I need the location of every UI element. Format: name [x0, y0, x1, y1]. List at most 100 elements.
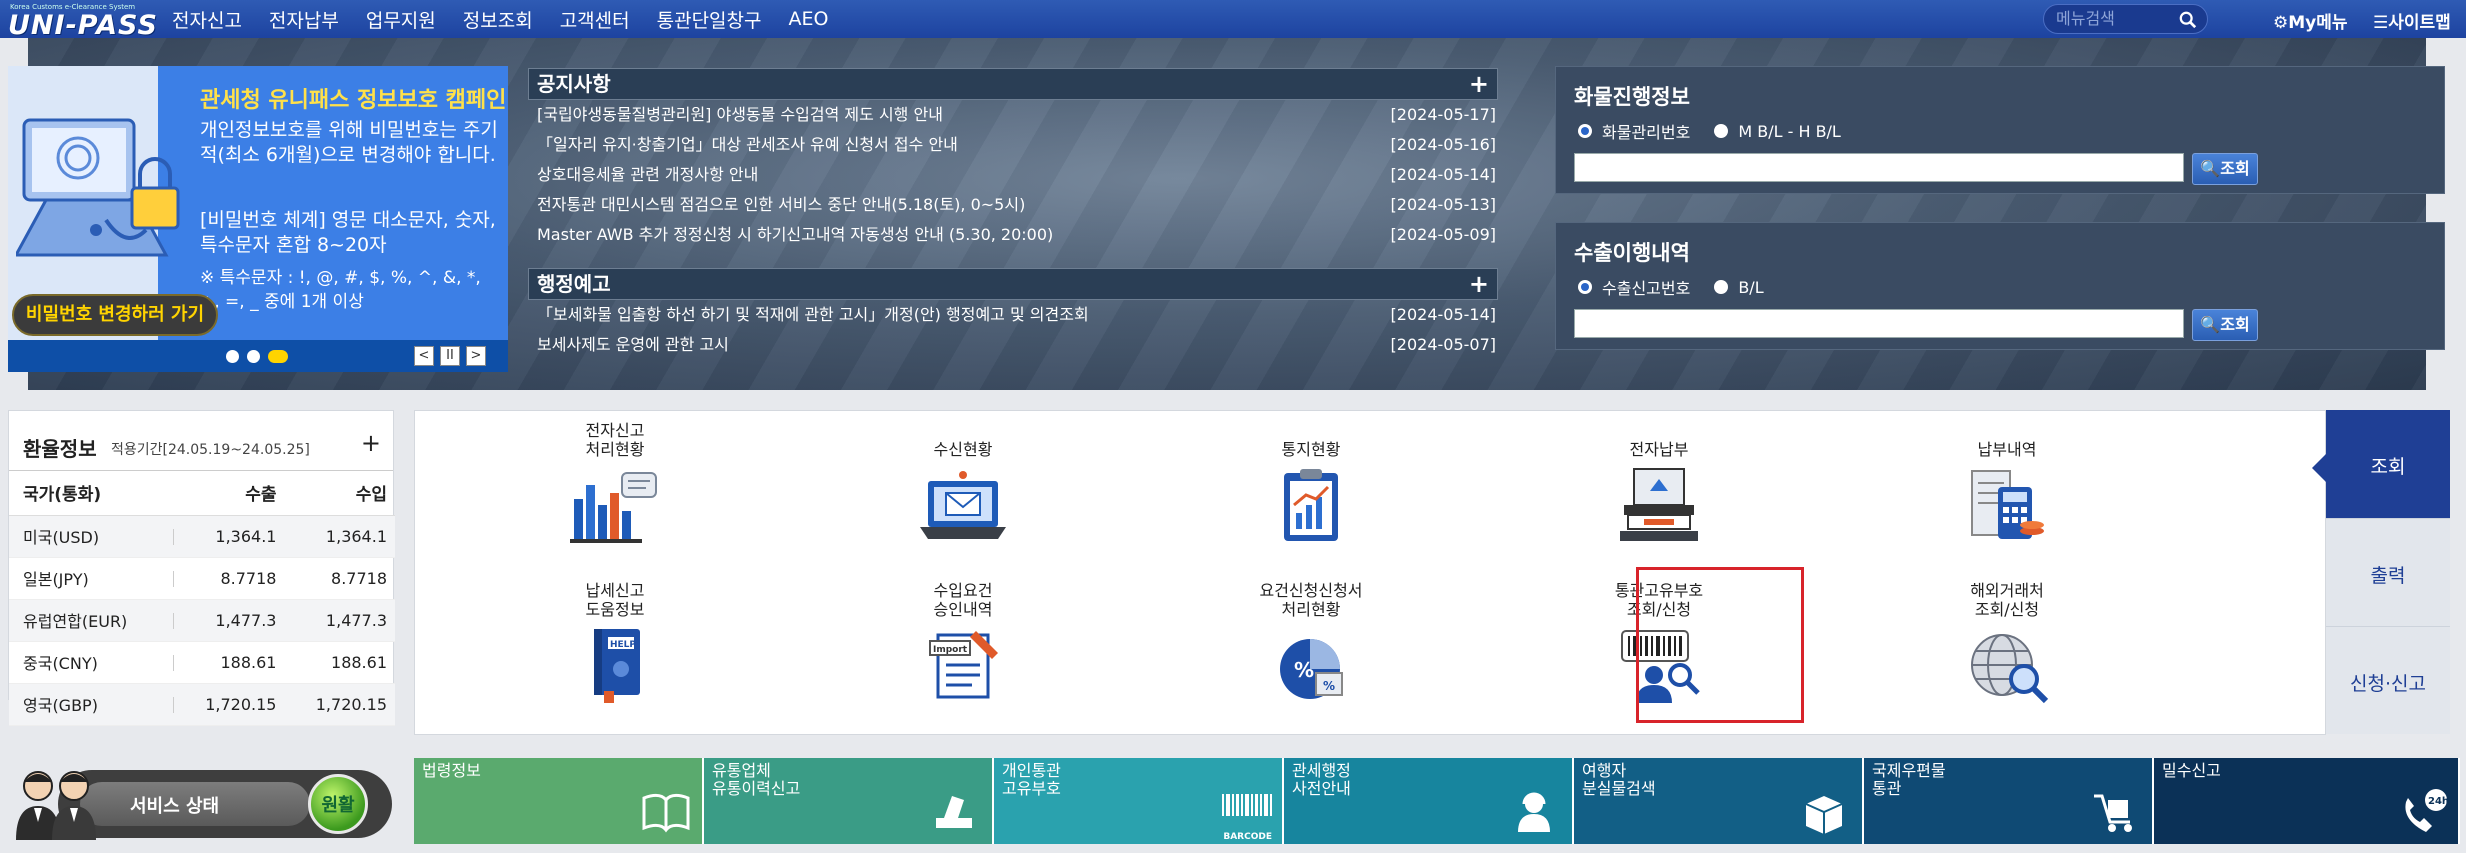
- quick-link[interactable]: 법령정보: [414, 758, 704, 844]
- preannounce-more-button[interactable]: +: [1469, 269, 1489, 299]
- banner-prev-button[interactable]: <: [414, 346, 434, 366]
- radio-button[interactable]: [1714, 124, 1729, 138]
- cell-currency: 유럽연합(EUR): [9, 599, 174, 642]
- service-item[interactable]: 통지현황: [1226, 419, 1396, 549]
- export-number-input[interactable]: [1574, 309, 2184, 338]
- my-menu-button[interactable]: ⚙My메뉴: [2273, 8, 2348, 33]
- notice-item[interactable]: 상호대응세율 관련 개정사항 안내 [2024-05-14]: [528, 160, 1498, 190]
- service-item[interactable]: 수입요건 승인내역 Import: [878, 579, 1048, 709]
- banner-text-2: [비밀번호 체계] 영문 대소문자, 숫자, 특수문자 혼합 8~20자: [200, 209, 496, 256]
- quick-link-label: 여행자 분실물검색: [1582, 761, 1656, 798]
- cargo-number-input[interactable]: [1574, 153, 2184, 182]
- status-indicator: 원활: [308, 774, 368, 834]
- quick-link-label: 밀수신고: [2162, 761, 2221, 780]
- exchange-rate-table: 국가(통화) 수출 수입 미국(USD) 1,364.1 1,364.1 일본(JPY…: [9, 471, 395, 726]
- banner-pause-button[interactable]: II: [440, 346, 460, 366]
- service-item[interactable]: 수신현황: [878, 419, 1048, 549]
- nav-item[interactable]: 고객센터: [560, 6, 630, 33]
- item-title: 「일자리 유지·창출기업」대상 관세조사 유예 신청서 접수 안내: [537, 135, 958, 154]
- service-item[interactable]: 전자신고 처리현황: [530, 419, 700, 549]
- banner-next-button[interactable]: >: [466, 346, 486, 366]
- campaign-banner[interactable]: 관세청 유니패스 정보보호 캠페인 개인정보보호를 위해 비밀번호는 주기적(최…: [8, 66, 508, 372]
- table-row: 일본(JPY) 8.7718 8.7718: [9, 557, 395, 600]
- radio-button[interactable]: [1714, 280, 1729, 294]
- active-tab-arrow: [2312, 454, 2326, 482]
- banner-dot[interactable]: [226, 350, 239, 363]
- help-book-icon: HELP: [594, 629, 640, 703]
- cell-export: 1,720.15: [173, 683, 285, 726]
- nav-item[interactable]: 통관단일창구: [657, 6, 762, 33]
- banner-dot[interactable]: [247, 350, 260, 363]
- item-title: Master AWB 추가 정정신청 시 하기신고내역 자동생성 안내 (5.3…: [537, 225, 1054, 244]
- cell-import: 8.7718: [284, 557, 395, 600]
- quick-link[interactable]: 개인통관 고유부호 BARCODE: [994, 758, 1284, 844]
- exchange-rate-box: 환율정보 적용기간[24.05.19~24.05.25] + 국가(통화) 수출…: [8, 410, 395, 726]
- item-title: 전자통관 대민시스템 점검으로 인한 서비스 중단 안내(5.18(토), 0~…: [537, 195, 1026, 214]
- export-title: 수출이행내역: [1574, 241, 1690, 265]
- tab-print[interactable]: 출력: [2326, 518, 2450, 626]
- unipass-logo[interactable]: Korea Customs e-Clearance System UNI-PAS…: [6, 2, 157, 41]
- box-icon: [1805, 796, 1843, 834]
- notice-item[interactable]: Master AWB 추가 정정신청 시 하기신고내역 자동생성 안내 (5.3…: [528, 220, 1498, 250]
- my-menu-label: My메뉴: [2288, 13, 2348, 33]
- cell-currency: 일본(JPY): [9, 557, 174, 600]
- quick-links-bar: 법령정보 유통업체 유통이력신고 개인통관 고유부호 BARCODE 관세행정 사전안내…: [414, 758, 2460, 844]
- export-options: 수출신고번호 B/L: [1578, 275, 1788, 299]
- cell-currency: 영국(GBP): [9, 683, 174, 726]
- radio-label: 화물관리번호: [1602, 123, 1691, 142]
- tab-apply-report[interactable]: 신청·신고: [2326, 626, 2450, 734]
- quick-link[interactable]: 여행자 분실물검색: [1574, 758, 1864, 844]
- notice-item[interactable]: 전자통관 대민시스템 점검으로 인한 서비스 중단 안내(5.18(토), 0~…: [528, 190, 1498, 220]
- radio-option[interactable]: 화물관리번호: [1578, 119, 1690, 143]
- service-grid: 전자신고 처리현황 수신현황 통지현황 전자납부 납부내역납세신고 도움정보 HELP 수입…: [414, 410, 2326, 735]
- radio-option[interactable]: B/L: [1714, 278, 1764, 297]
- service-category-tabs: 조회 출력 신청·신고: [2312, 410, 2466, 735]
- service-label: 납부내역: [1977, 440, 2037, 459]
- menu-search-input[interactable]: [2056, 9, 2174, 31]
- column-import: 수입: [284, 471, 395, 516]
- book-icon: [642, 793, 690, 833]
- radio-button[interactable]: [1578, 280, 1592, 294]
- column-currency: 국가(통화): [9, 471, 174, 516]
- notice-item[interactable]: [국립야생동물질병관리원] 야생동물 수입검역 제도 시행 안내 [2024-05…: [528, 100, 1498, 130]
- sitemap-button[interactable]: ☰사이트맵: [2373, 8, 2451, 33]
- quick-link[interactable]: 유통업체 유통이력신고: [704, 758, 994, 844]
- item-date: [2024-05-14]: [1390, 165, 1496, 184]
- quick-link-label: 법령정보: [422, 761, 481, 780]
- radio-button[interactable]: [1578, 124, 1592, 138]
- banner-special-chars: ※ 특수문자 : !, @, #, $, %, ^, &, *, +, =, _…: [200, 268, 481, 312]
- change-password-button[interactable]: 비밀번호 변경하러 가기: [12, 294, 218, 336]
- search-icon[interactable]: [2179, 11, 2197, 29]
- service-item[interactable]: 해외거래처 조회/신청: [1922, 579, 2092, 709]
- service-item[interactable]: 전자납부: [1574, 419, 1744, 549]
- radio-option[interactable]: 수출신고번호: [1578, 275, 1690, 299]
- export-search-button[interactable]: 🔍조회: [2192, 309, 2258, 341]
- notice-more-button[interactable]: +: [1469, 69, 1489, 99]
- tab-inquiry[interactable]: 조회: [2312, 410, 2450, 518]
- cargo-search-button[interactable]: 🔍조회: [2192, 153, 2258, 185]
- nav-item[interactable]: AEO: [789, 8, 829, 30]
- exchange-rate-more-button[interactable]: +: [361, 429, 381, 457]
- nav-item[interactable]: 정보조회: [463, 6, 533, 33]
- nav-item[interactable]: 전자신고: [172, 6, 242, 33]
- nav-item[interactable]: 전자납부: [269, 6, 339, 33]
- cargo-search-label: 조회: [2220, 159, 2250, 178]
- quick-link[interactable]: 국제우편물 통관: [1864, 758, 2154, 844]
- quick-link[interactable]: 밀수신고 24h: [2154, 758, 2460, 844]
- service-item[interactable]: 요건신청신청서 처리현황%%: [1226, 579, 1396, 709]
- service-item[interactable]: 납세신고 도움정보 HELP: [530, 579, 700, 709]
- quick-link[interactable]: 관세행정 사전안내: [1284, 758, 1574, 844]
- nav-item[interactable]: 업무지원: [366, 6, 436, 33]
- main-menu: 전자신고 전자납부 업무지원 정보조회 고객센터 통관단일창구 AEO: [172, 0, 855, 38]
- phone-24h-icon: 24h: [2405, 789, 2449, 832]
- stamp-icon: [936, 796, 972, 828]
- preannounce-item[interactable]: 보세사제도 운영에 관한 고시 [2024-05-07]: [528, 330, 1498, 360]
- service-item[interactable]: 납부내역: [1922, 419, 2092, 549]
- preannounce-item[interactable]: 「보세화물 입출항 하선 하기 및 적재에 관한 고시」개정(안) 행정예고 및…: [528, 300, 1498, 330]
- svg-text:%: %: [1323, 679, 1335, 693]
- cell-currency: 미국(USD): [9, 515, 174, 558]
- notice-item[interactable]: 「일자리 유지·창출기업」대상 관세조사 유예 신청서 접수 안내 [2024-0…: [528, 130, 1498, 160]
- banner-dot-active[interactable]: [268, 350, 288, 363]
- radio-option[interactable]: M B/L - H B/L: [1714, 122, 1841, 141]
- service-label: 전자신고 처리현황: [585, 421, 645, 459]
